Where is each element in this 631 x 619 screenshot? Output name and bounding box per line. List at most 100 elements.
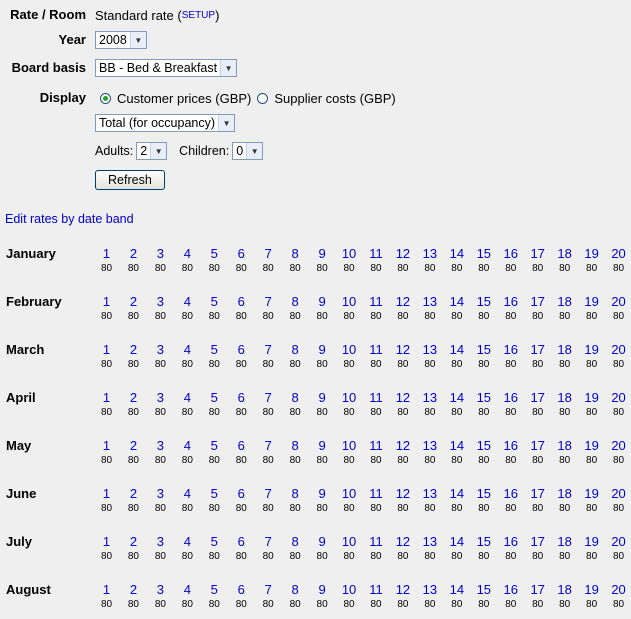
- radio-selected-icon[interactable]: [100, 92, 111, 104]
- day-link[interactable]: 17: [524, 485, 551, 503]
- day-link[interactable]: 3: [147, 581, 174, 599]
- day-link[interactable]: 11: [363, 581, 390, 599]
- day-link[interactable]: 17: [524, 581, 551, 599]
- day-link[interactable]: 7: [255, 533, 282, 551]
- day-link[interactable]: 17: [524, 437, 551, 455]
- day-link[interactable]: 18: [551, 293, 578, 311]
- day-link[interactable]: 19: [578, 533, 605, 551]
- day-link[interactable]: 1: [93, 245, 120, 263]
- day-link[interactable]: 13: [416, 533, 443, 551]
- day-link[interactable]: 10: [336, 581, 363, 599]
- day-link[interactable]: 17: [524, 389, 551, 407]
- day-link[interactable]: 15: [470, 437, 497, 455]
- day-link[interactable]: 16: [497, 293, 524, 311]
- day-link[interactable]: 8: [282, 437, 309, 455]
- day-link[interactable]: 11: [363, 245, 390, 263]
- day-link[interactable]: 12: [389, 437, 416, 455]
- setup-link[interactable]: SETUP: [182, 10, 215, 21]
- day-link[interactable]: 5: [201, 581, 228, 599]
- day-link[interactable]: 4: [174, 581, 201, 599]
- day-link[interactable]: 5: [201, 485, 228, 503]
- day-link[interactable]: 4: [174, 485, 201, 503]
- day-link[interactable]: 14: [443, 389, 470, 407]
- day-link[interactable]: 16: [497, 341, 524, 359]
- day-link[interactable]: 8: [282, 341, 309, 359]
- day-link[interactable]: 9: [309, 341, 336, 359]
- day-link[interactable]: 6: [228, 389, 255, 407]
- day-link[interactable]: 14: [443, 533, 470, 551]
- day-link[interactable]: 1: [93, 293, 120, 311]
- day-link[interactable]: 1: [93, 437, 120, 455]
- day-link[interactable]: 3: [147, 245, 174, 263]
- day-link[interactable]: 17: [524, 533, 551, 551]
- day-link[interactable]: 20: [605, 341, 631, 359]
- day-link[interactable]: 19: [578, 245, 605, 263]
- day-link[interactable]: 10: [336, 533, 363, 551]
- refresh-button[interactable]: Refresh: [95, 170, 165, 190]
- day-link[interactable]: 20: [605, 293, 631, 311]
- day-link[interactable]: 5: [201, 341, 228, 359]
- day-link[interactable]: 16: [497, 245, 524, 263]
- day-link[interactable]: 2: [120, 437, 147, 455]
- day-link[interactable]: 12: [389, 581, 416, 599]
- year-select[interactable]: 2008 ▼: [95, 31, 147, 49]
- day-link[interactable]: 15: [470, 389, 497, 407]
- day-link[interactable]: 6: [228, 341, 255, 359]
- day-link[interactable]: 15: [470, 485, 497, 503]
- day-link[interactable]: 2: [120, 341, 147, 359]
- day-link[interactable]: 11: [363, 341, 390, 359]
- day-link[interactable]: 20: [605, 245, 631, 263]
- day-link[interactable]: 10: [336, 389, 363, 407]
- day-link[interactable]: 11: [363, 533, 390, 551]
- day-link[interactable]: 11: [363, 437, 390, 455]
- day-link[interactable]: 15: [470, 533, 497, 551]
- day-link[interactable]: 1: [93, 533, 120, 551]
- day-link[interactable]: 18: [551, 341, 578, 359]
- day-link[interactable]: 8: [282, 389, 309, 407]
- day-link[interactable]: 10: [336, 341, 363, 359]
- day-link[interactable]: 2: [120, 581, 147, 599]
- day-link[interactable]: 13: [416, 341, 443, 359]
- total-select[interactable]: Total (for occupancy) ▼: [95, 114, 236, 132]
- day-link[interactable]: 12: [389, 533, 416, 551]
- day-link[interactable]: 11: [363, 293, 390, 311]
- day-link[interactable]: 7: [255, 437, 282, 455]
- day-link[interactable]: 19: [578, 485, 605, 503]
- day-link[interactable]: 17: [524, 341, 551, 359]
- day-link[interactable]: 10: [336, 245, 363, 263]
- day-link[interactable]: 16: [497, 581, 524, 599]
- day-link[interactable]: 5: [201, 245, 228, 263]
- day-link[interactable]: 4: [174, 533, 201, 551]
- day-link[interactable]: 1: [93, 389, 120, 407]
- day-link[interactable]: 1: [93, 485, 120, 503]
- day-link[interactable]: 13: [416, 293, 443, 311]
- day-link[interactable]: 19: [578, 581, 605, 599]
- day-link[interactable]: 8: [282, 245, 309, 263]
- day-link[interactable]: 12: [389, 245, 416, 263]
- day-link[interactable]: 6: [228, 245, 255, 263]
- day-link[interactable]: 7: [255, 341, 282, 359]
- day-link[interactable]: 13: [416, 485, 443, 503]
- chevron-down-icon[interactable]: ▼: [220, 60, 237, 76]
- day-link[interactable]: 8: [282, 533, 309, 551]
- day-link[interactable]: 13: [416, 389, 443, 407]
- display-option-supplier[interactable]: Supplier costs (GBP): [257, 91, 396, 106]
- day-link[interactable]: 11: [363, 485, 390, 503]
- day-link[interactable]: 15: [470, 293, 497, 311]
- day-link[interactable]: 15: [470, 245, 497, 263]
- day-link[interactable]: 1: [93, 581, 120, 599]
- day-link[interactable]: 16: [497, 389, 524, 407]
- day-link[interactable]: 11: [363, 389, 390, 407]
- chevron-down-icon[interactable]: ▼: [218, 115, 235, 131]
- day-link[interactable]: 4: [174, 341, 201, 359]
- day-link[interactable]: 16: [497, 437, 524, 455]
- day-link[interactable]: 18: [551, 437, 578, 455]
- day-link[interactable]: 7: [255, 389, 282, 407]
- day-link[interactable]: 5: [201, 437, 228, 455]
- day-link[interactable]: 10: [336, 437, 363, 455]
- day-link[interactable]: 3: [147, 437, 174, 455]
- day-link[interactable]: 7: [255, 581, 282, 599]
- day-link[interactable]: 15: [470, 341, 497, 359]
- day-link[interactable]: 3: [147, 341, 174, 359]
- day-link[interactable]: 8: [282, 293, 309, 311]
